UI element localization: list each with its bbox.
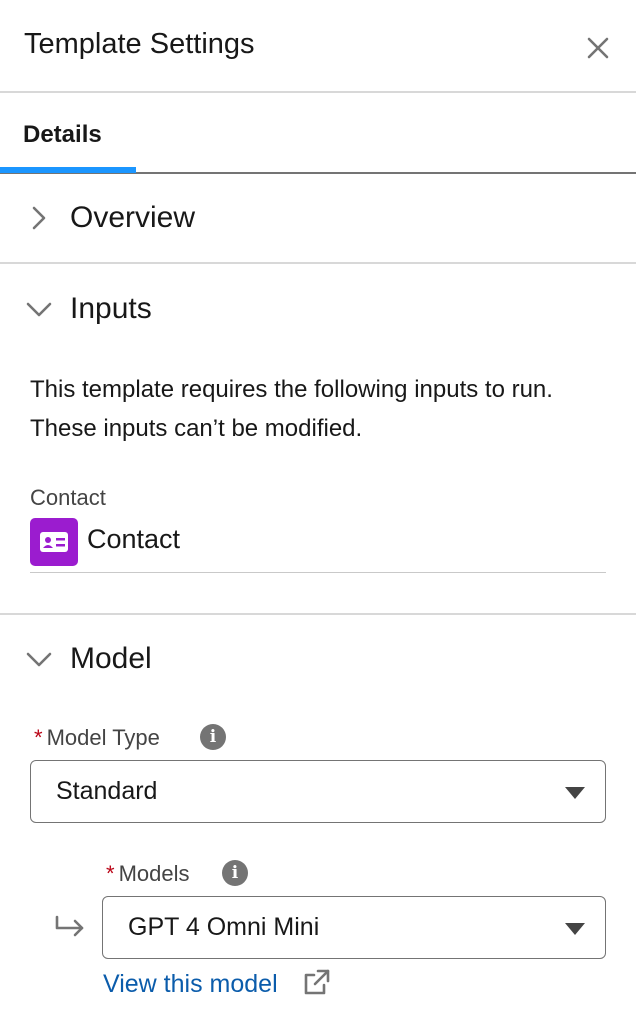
active-tab-indicator [0,167,136,173]
caret-down-icon [565,923,585,935]
model-type-label-text: Model Type [46,725,160,750]
section-divider [0,262,636,264]
external-link-icon[interactable] [302,967,332,997]
chevron-down-icon [26,302,52,317]
contact-input-value: Contact [30,518,606,573]
view-model-link[interactable]: View this model [103,970,278,999]
panel-title: Template Settings [24,28,255,60]
tab-details-label: Details [23,121,102,148]
model-type-value: Standard [56,777,158,805]
branch-arrow-icon [55,915,84,937]
model-type-select[interactable]: Standard [30,760,606,823]
models-label-text: Models [118,861,190,886]
required-marker: * [34,725,43,750]
section-divider [0,613,636,615]
chevron-right-icon [32,206,46,230]
caret-down-icon [565,787,585,799]
info-icon[interactable]: i [222,860,248,886]
inputs-description: This template requires the following inp… [30,376,553,442]
tab-bar: Details [0,93,636,174]
tab-details[interactable]: Details [0,93,136,174]
section-overview-title: Overview [70,201,196,234]
close-icon[interactable] [584,34,612,62]
section-inputs-toggle[interactable]: Inputs [0,266,636,354]
panel-header: Template Settings [0,0,636,93]
info-icon[interactable]: i [200,724,226,750]
section-model-toggle[interactable]: Model [0,616,636,704]
models-value: GPT 4 Omni Mini [128,913,320,941]
models-select[interactable]: GPT 4 Omni Mini [102,896,606,959]
section-inputs-title: Inputs [70,292,152,325]
contact-card-icon [30,518,78,566]
models-label: * Models [106,861,189,887]
model-type-label: * Model Type [34,725,160,751]
contact-value-text: Contact [87,524,181,554]
chevron-down-icon [26,652,52,667]
contact-field-label: Contact [30,485,106,510]
required-marker: * [106,861,115,886]
template-settings-panel: Template Settings Details Overview Input… [0,0,636,1022]
section-model-title: Model [70,642,152,675]
section-overview-toggle[interactable]: Overview [0,175,636,263]
